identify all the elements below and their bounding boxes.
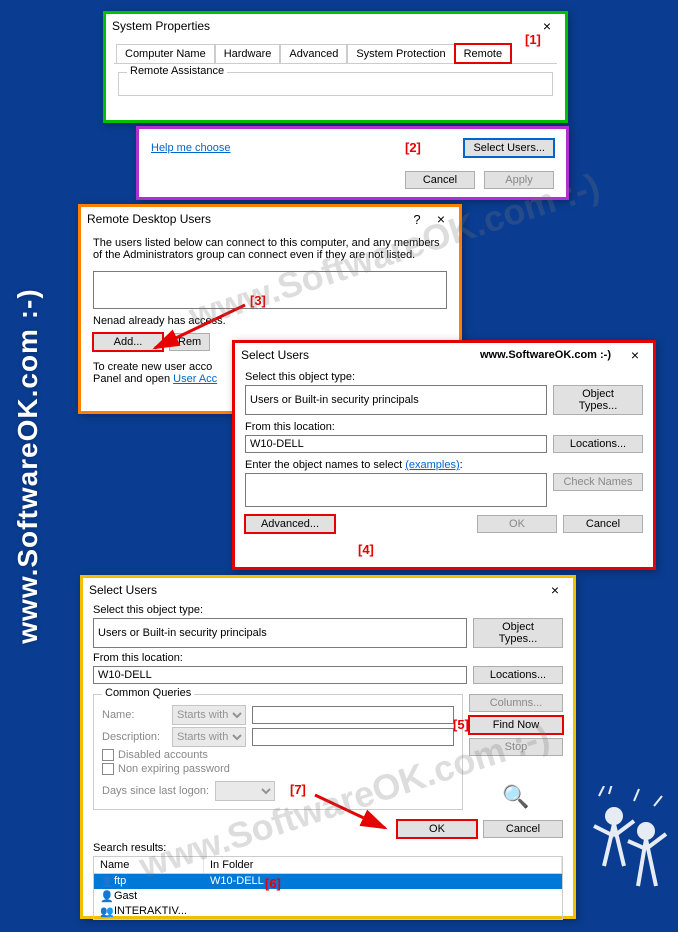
cancel-button[interactable]: Cancel: [483, 820, 563, 838]
titlebar: Remote Desktop Users ? ×: [81, 207, 459, 231]
check-names-button[interactable]: Check Names: [553, 473, 643, 491]
titlebar: Select Users www.SoftwareOK.com :-) ×: [235, 343, 653, 367]
create-note: To create new user acco: [93, 361, 212, 373]
watermark-inline: www.SoftwareOK.com :-): [480, 349, 611, 361]
create-note-2: Panel and open: [93, 373, 173, 385]
tab-hardware[interactable]: Hardware: [215, 44, 281, 63]
tab-computer-name[interactable]: Computer Name: [116, 44, 215, 63]
marker-3: [3]: [250, 293, 266, 308]
description-text: The users listed below can connect to th…: [81, 231, 459, 267]
help-icon[interactable]: ?: [405, 212, 429, 227]
tab-advanced[interactable]: Advanced: [280, 44, 347, 63]
marker-2: [2]: [405, 140, 421, 155]
disabled-accounts-label: Disabled accounts: [118, 749, 208, 761]
name-value-input[interactable]: [252, 706, 454, 724]
dialog-title: Select Users: [241, 348, 480, 362]
col-folder[interactable]: In Folder: [204, 857, 562, 873]
object-types-button[interactable]: Object Types...: [473, 618, 563, 648]
apply-button[interactable]: Apply: [484, 171, 554, 189]
tab-row: Computer Name Hardware Advanced System P…: [114, 42, 557, 64]
columns-button[interactable]: Columns...: [469, 694, 563, 712]
tab-remote[interactable]: Remote: [455, 44, 512, 63]
user-accounts-link[interactable]: User Acc: [173, 373, 217, 385]
search-results-label: Search results:: [93, 842, 563, 854]
cancel-button[interactable]: Cancel: [405, 171, 475, 189]
non-expiring-label: Non expiring password: [118, 763, 230, 775]
description-label: Description:: [102, 731, 166, 743]
result-row[interactable]: 👤 ftp W10-DELL: [94, 874, 562, 889]
result-row[interactable]: 👤 Gast: [94, 889, 562, 904]
access-note: Nenad already has access.: [81, 313, 459, 329]
system-properties-dialog: System Properties × Computer Name Hardwa…: [103, 11, 568, 123]
from-location-label: From this location:: [93, 652, 563, 664]
select-users-advanced-dialog: Select Users × Select this object type: …: [80, 575, 576, 919]
col-name[interactable]: Name: [94, 857, 204, 873]
desc-mode-dropdown[interactable]: Starts with: [172, 727, 246, 747]
stop-button[interactable]: Stop: [469, 738, 563, 756]
cancel-button[interactable]: Cancel: [563, 515, 643, 533]
result-row[interactable]: 👥 INTERAKTIV...: [94, 904, 562, 919]
find-now-button[interactable]: Find Now: [469, 716, 563, 734]
object-type-label: Select this object type:: [245, 371, 643, 383]
arrow-to-add: [145, 300, 255, 360]
select-users-button[interactable]: Select Users...: [464, 139, 554, 157]
object-type-label: Select this object type:: [93, 604, 563, 616]
marker-6: [6]: [265, 876, 281, 891]
ok-button[interactable]: OK: [477, 515, 557, 533]
disabled-accounts-checkbox[interactable]: [102, 749, 114, 761]
titlebar: Select Users ×: [83, 578, 573, 602]
tab-system-protection[interactable]: System Protection: [347, 44, 454, 63]
object-type-field[interactable]: [93, 618, 467, 648]
search-icon: 🔍: [469, 784, 563, 810]
marker-7: [7]: [290, 782, 306, 797]
days-since-label: Days since last logon:: [102, 785, 209, 797]
results-header: Name In Folder: [94, 857, 562, 874]
close-icon[interactable]: ×: [543, 582, 567, 598]
locations-button[interactable]: Locations...: [473, 666, 563, 684]
arrow-to-ok: [310, 790, 410, 840]
dialog-title: System Properties: [112, 19, 535, 33]
object-names-input[interactable]: [245, 473, 547, 507]
enter-names-label: Enter the object names to select: [245, 459, 405, 471]
dialog-title: Remote Desktop Users: [87, 212, 405, 226]
dialog-title: Select Users: [89, 583, 543, 597]
days-since-dropdown[interactable]: [215, 781, 275, 801]
side-watermark: www.SoftwareOK.com :-): [12, 288, 44, 643]
marker-1: [1]: [525, 32, 541, 47]
non-expiring-checkbox[interactable]: [102, 763, 114, 775]
help-me-choose-link[interactable]: Help me choose: [151, 142, 231, 154]
from-location-field[interactable]: [93, 666, 467, 684]
marker-4: [4]: [358, 542, 374, 557]
name-mode-dropdown[interactable]: Starts with: [172, 705, 246, 725]
titlebar: System Properties ×: [106, 14, 565, 38]
marker-5: [5]: [453, 717, 469, 732]
from-location-field[interactable]: [245, 435, 547, 453]
common-queries-group: Common Queries: [102, 687, 194, 699]
advanced-button[interactable]: Advanced...: [245, 515, 335, 533]
object-type-field[interactable]: [245, 385, 547, 415]
help-bar-dialog: Help me choose Select Users... Cancel Ap…: [136, 126, 569, 200]
close-icon[interactable]: ×: [623, 347, 647, 363]
remote-assistance-group: Remote Assistance: [127, 65, 227, 77]
locations-button[interactable]: Locations...: [553, 435, 643, 453]
select-users-dialog: Select Users www.SoftwareOK.com :-) × Se…: [232, 340, 656, 570]
object-types-button[interactable]: Object Types...: [553, 385, 643, 415]
desc-value-input[interactable]: [252, 728, 454, 746]
decorative-figures: [584, 786, 674, 926]
name-label: Name:: [102, 709, 166, 721]
from-location-label: From this location:: [245, 421, 643, 433]
examples-link[interactable]: (examples): [405, 459, 459, 471]
close-icon[interactable]: ×: [429, 211, 453, 227]
